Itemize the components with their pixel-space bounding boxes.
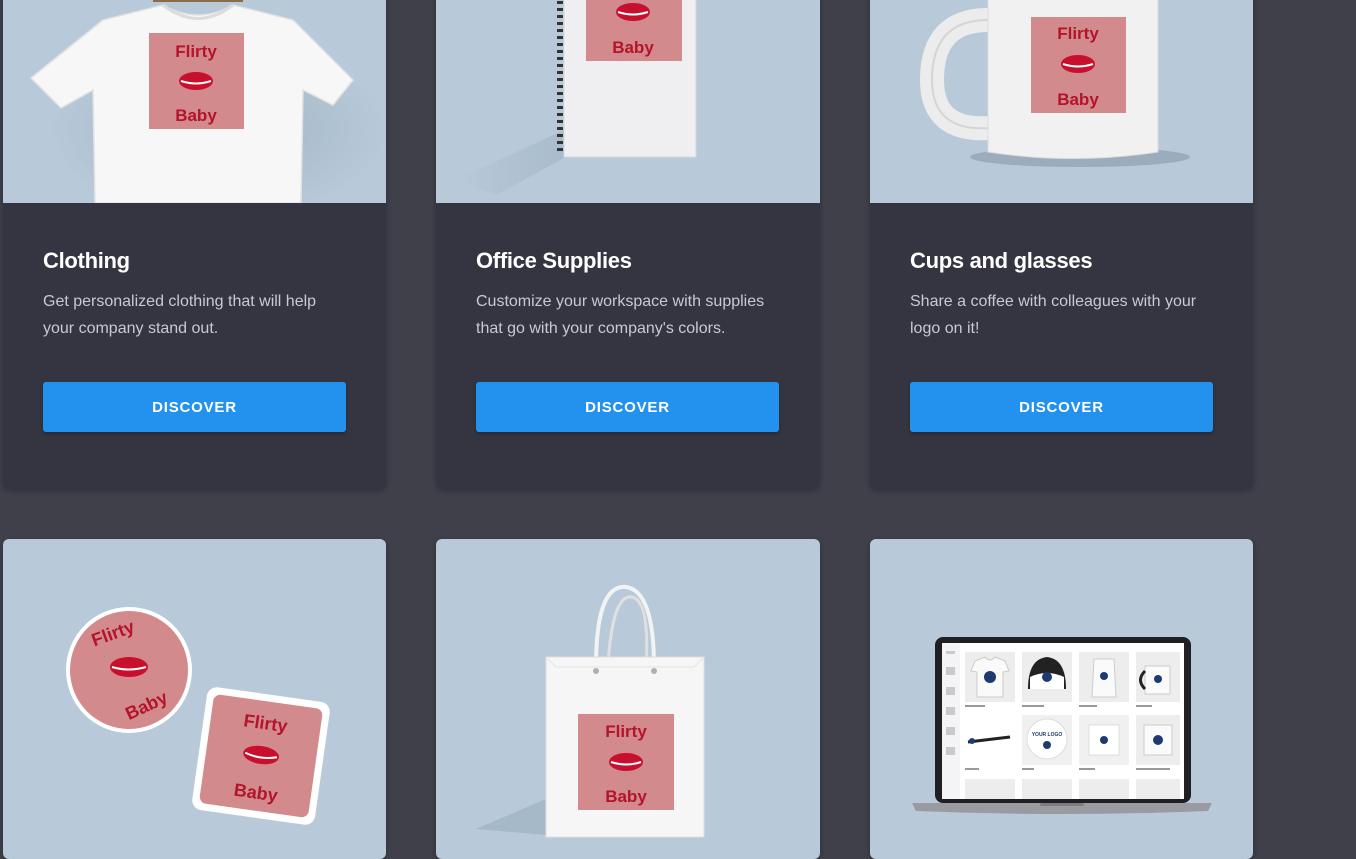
card-description: Get personalized clothing that will help… bbox=[43, 293, 317, 337]
shopping-bag-image: Flirty Baby bbox=[436, 539, 820, 859]
card-title: Cups and glasses bbox=[910, 248, 1093, 273]
card-description: Customize your workspace with supplies t… bbox=[476, 293, 765, 337]
logo-text-top: Flirty bbox=[605, 722, 647, 741]
logo-text-top: Flirty bbox=[175, 42, 217, 61]
product-card-laptop-store: YOUR LOGO bbox=[870, 539, 1253, 859]
discover-clothing-button[interactable]: DISCOVER bbox=[43, 382, 346, 432]
logo-text-bottom: Baby bbox=[1057, 90, 1099, 109]
card-description: Share a coffee with colleagues with your… bbox=[910, 293, 1197, 337]
laptop-logo-text: YOUR LOGO bbox=[1032, 732, 1063, 738]
discover-office-supplies-button[interactable]: DISCOVER bbox=[476, 382, 779, 432]
tshirt-image: Flirty Baby bbox=[3, 0, 386, 203]
notebook-image: Baby bbox=[436, 0, 820, 203]
logo-text-bottom: Baby bbox=[605, 787, 647, 806]
card-title: Clothing bbox=[43, 248, 130, 273]
product-card-clothing: Flirty Baby Clothing Get personalized cl… bbox=[3, 0, 386, 489]
stickers-image: Flirty Baby Flirty Baby bbox=[3, 539, 386, 859]
product-card-stickers: Flirty Baby Flirty Baby bbox=[3, 539, 386, 859]
laptop-store-image: YOUR LOGO bbox=[870, 539, 1253, 859]
mug-image: Flirty Baby bbox=[870, 0, 1253, 203]
discover-cups-glasses-button[interactable]: DISCOVER bbox=[910, 382, 1213, 432]
card-title: Office Supplies bbox=[476, 248, 632, 273]
product-grid: Flirty Baby Clothing Get personalized cl… bbox=[0, 0, 1356, 859]
logo-text-top: Flirty bbox=[1057, 24, 1099, 43]
product-card-office-supplies: Baby Office Supplies Customize your work… bbox=[436, 0, 820, 489]
logo-text-bottom: Baby bbox=[612, 38, 654, 57]
product-card-cups-glasses: Flirty Baby Cups and glasses Share a cof… bbox=[870, 0, 1253, 489]
logo-text-bottom: Baby bbox=[175, 106, 217, 125]
product-card-shopping-bag: Flirty Baby bbox=[436, 539, 820, 859]
